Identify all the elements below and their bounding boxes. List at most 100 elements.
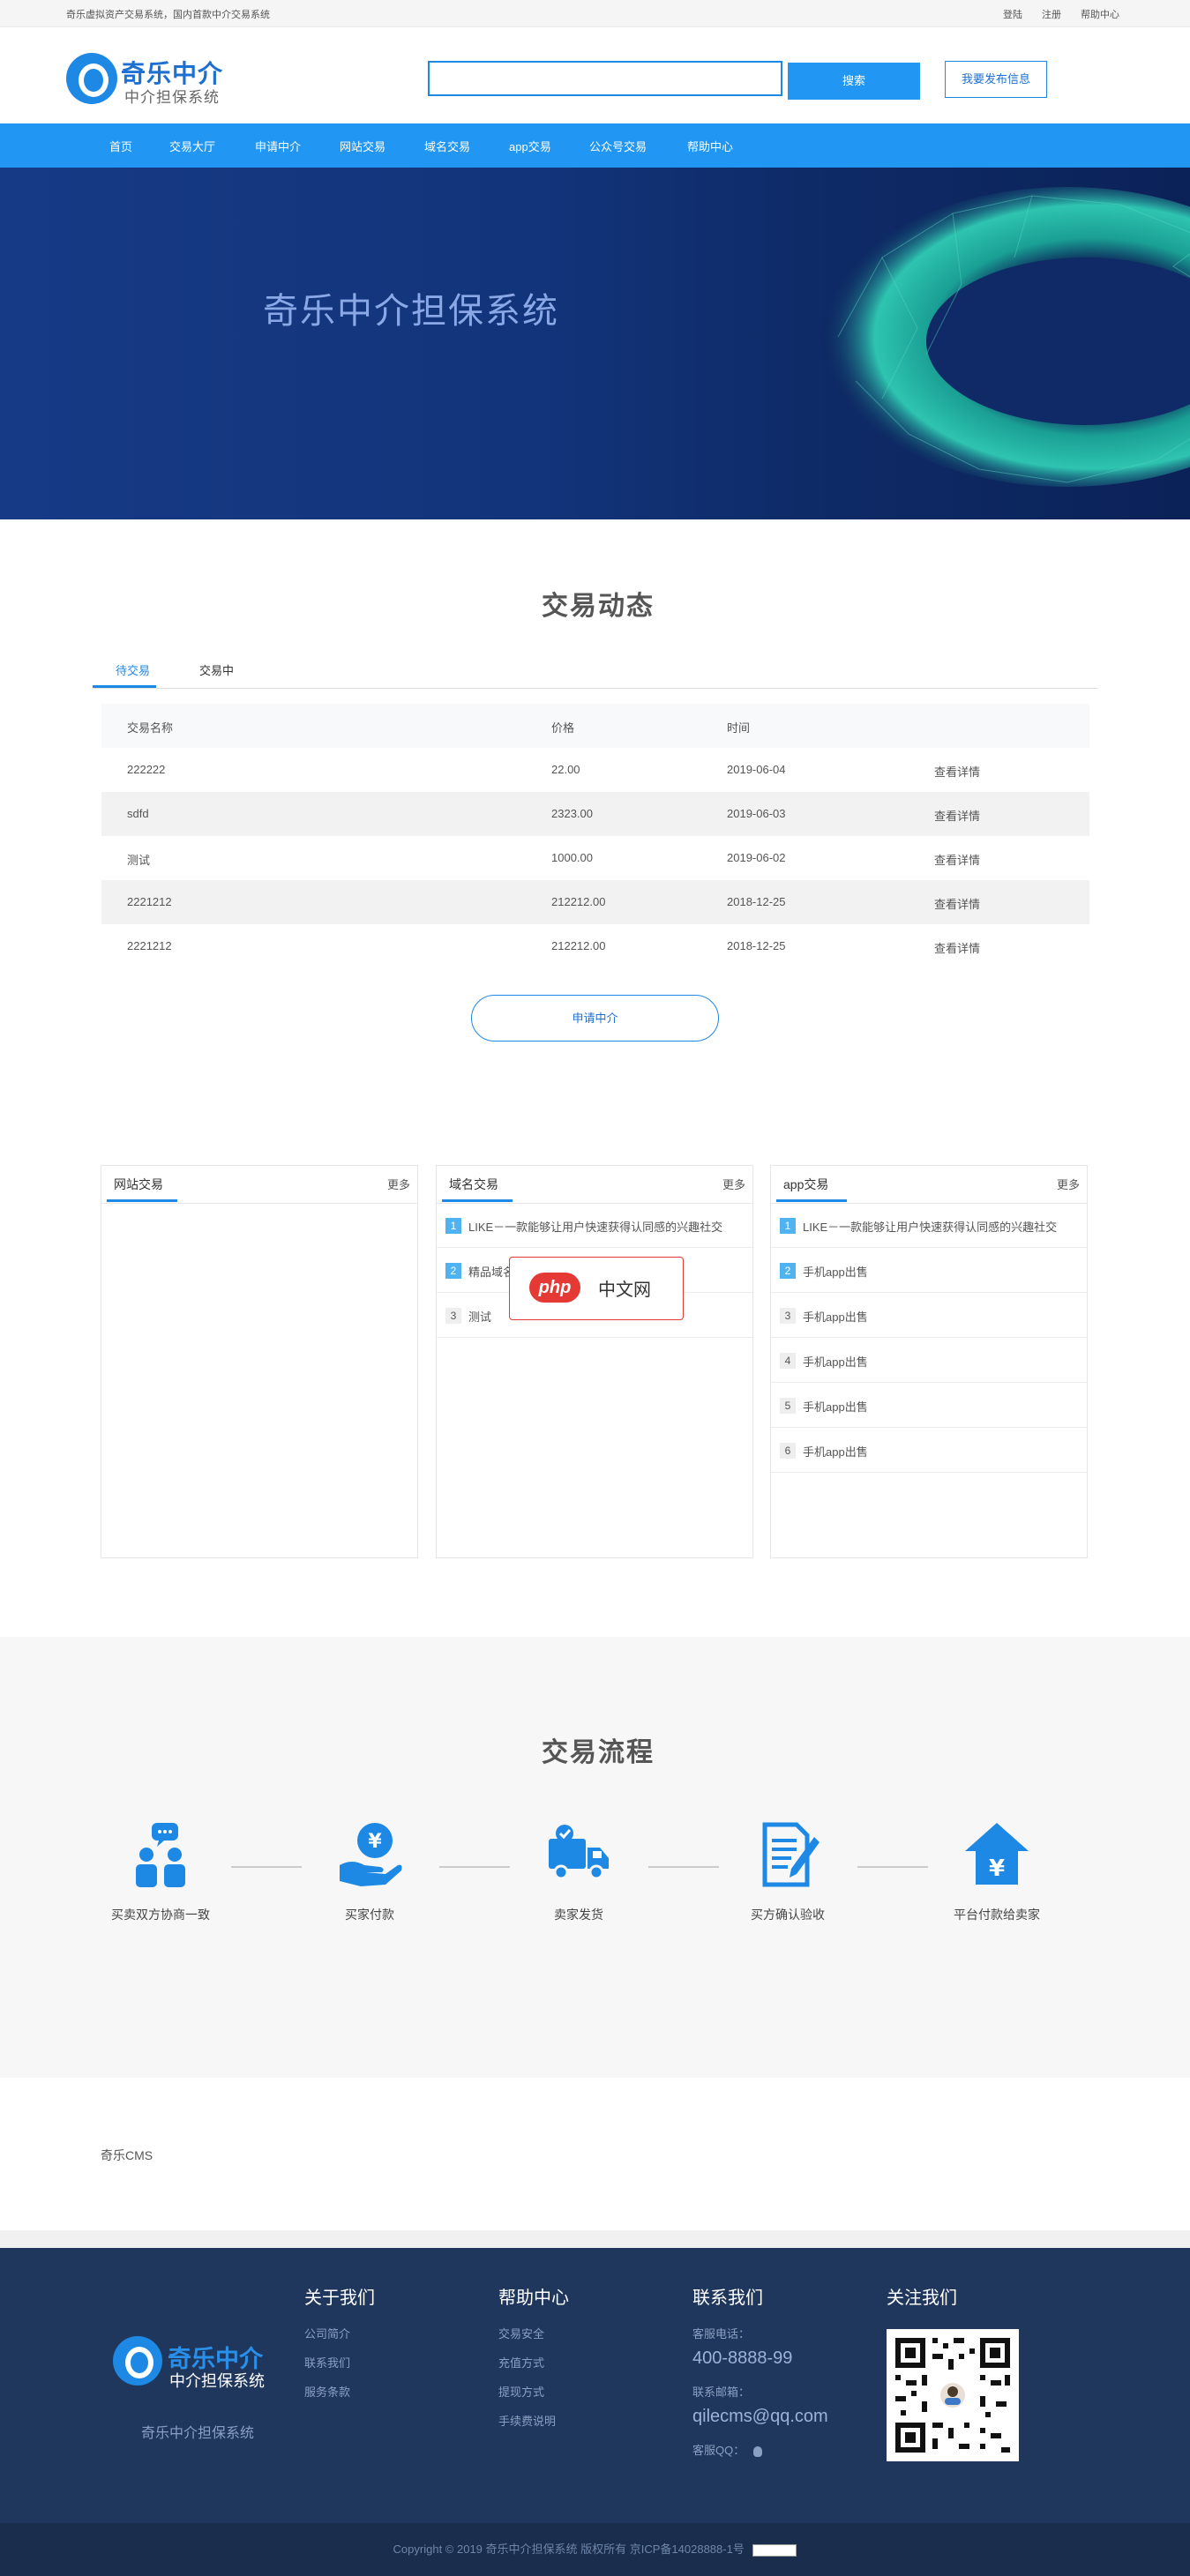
- process-title: 交易流程: [542, 1738, 655, 1767]
- tab-pending[interactable]: 待交易: [116, 661, 150, 678]
- rank-badge: 6: [780, 1443, 796, 1459]
- col-price-header: 价格: [551, 721, 575, 735]
- site-logo[interactable]: 奇乐中介 中介担保系统: [66, 51, 243, 106]
- logo-subtitle: 中介担保系统: [124, 89, 220, 106]
- register-link[interactable]: 注册: [1042, 7, 1061, 21]
- qq-penguin-icon[interactable]: [752, 2445, 762, 2457]
- view-details-link[interactable]: 查看详情: [934, 763, 980, 780]
- list-item[interactable]: 5 手机app出售: [771, 1383, 1087, 1428]
- nav-app-trade[interactable]: app交易: [509, 138, 551, 154]
- phone-label: 客服电话：: [692, 2327, 751, 2341]
- trade-date: 2019-06-03: [727, 807, 786, 820]
- list-item[interactable]: 6 手机app出售: [771, 1428, 1087, 1473]
- publish-button[interactable]: 我要发布信息: [945, 61, 1047, 98]
- banner-orb-graphic: [820, 187, 1190, 487]
- step-label: 买方确认验收: [751, 1908, 825, 1922]
- qq-label: 客服QQ：: [692, 2444, 745, 2457]
- apply-agent-button[interactable]: 申请中介: [471, 995, 719, 1042]
- hero-banner: 奇乐中介担保系统: [0, 168, 1190, 519]
- footer-link-fees[interactable]: 手续费说明: [498, 2412, 569, 2429]
- footer-link-contact[interactable]: 联系我们: [304, 2354, 375, 2371]
- platform-payout-icon: ¥: [962, 1819, 1032, 1890]
- trade-date: 2018-12-25: [727, 895, 786, 908]
- email-address[interactable]: qilecms@qq.com: [692, 2407, 828, 2427]
- footer-contact: 联系我们 客服电话： 400-8888-99 联系邮箱： qilecms@qq.…: [692, 2283, 828, 2470]
- copyright-text: Copyright © 2019 奇乐中介担保系统 版权所有 京ICP备1402…: [393, 2542, 745, 2556]
- table-row: sdfd 2323.00 2019-06-03 查看详情: [101, 792, 1089, 836]
- nav-trade-hall[interactable]: 交易大厅: [169, 138, 215, 154]
- search-button[interactable]: 搜索: [788, 63, 920, 100]
- login-link[interactable]: 登陆: [1003, 7, 1022, 21]
- nav-wechat-trade[interactable]: 公众号交易: [589, 138, 647, 154]
- item-title[interactable]: 手机app出售: [803, 1398, 868, 1415]
- step-label: 平台付款给卖家: [954, 1908, 1040, 1922]
- panel-title-underline: [776, 1199, 847, 1202]
- rank-badge: 1: [780, 1218, 796, 1234]
- footer-col-title: 关注我们: [887, 2289, 957, 2308]
- list-item[interactable]: 4 手机app出售: [771, 1338, 1087, 1383]
- table-row: 测试 1000.00 2019-06-02 查看详情: [101, 836, 1089, 880]
- svg-text:¥: ¥: [368, 1831, 382, 1853]
- nav-website-trade[interactable]: 网站交易: [340, 138, 385, 154]
- step-label: 买家付款: [345, 1908, 394, 1922]
- view-details-link[interactable]: 查看详情: [934, 895, 980, 912]
- item-title[interactable]: LIKE－一款能够让用户快速获得认同感的兴趣社交: [468, 1218, 722, 1235]
- footer-col-title: 帮助中心: [498, 2289, 569, 2308]
- footer-link-security[interactable]: 交易安全: [498, 2325, 569, 2341]
- table-header: 交易名称 价格 时间: [101, 704, 1089, 748]
- list-item[interactable]: 1 LIKE－一款能够让用户快速获得认同感的兴趣社交: [437, 1203, 752, 1248]
- nav-home[interactable]: 首页: [109, 138, 132, 154]
- trade-name: 测试: [127, 854, 151, 867]
- search-input[interactable]: [428, 61, 782, 96]
- cnzz-badge[interactable]: [752, 2543, 797, 2557]
- footer-col-title: 联系我们: [692, 2289, 763, 2308]
- panel-header: 域名交易 更多: [437, 1166, 752, 1204]
- view-details-link[interactable]: 查看详情: [934, 851, 980, 868]
- footer-link-company[interactable]: 公司简介: [304, 2325, 375, 2341]
- nav-apply-agent[interactable]: 申请中介: [255, 138, 301, 154]
- active-tab-indicator: [93, 685, 156, 688]
- wechat-qr-code: [887, 2329, 1019, 2461]
- footer-link-recharge[interactable]: 充值方式: [498, 2354, 569, 2371]
- negotiation-icon: [125, 1819, 196, 1890]
- help-link[interactable]: 帮助中心: [1081, 7, 1119, 21]
- col-name-header: 交易名称: [127, 721, 174, 735]
- logo-q-icon: [66, 53, 117, 104]
- rank-badge: 3: [445, 1308, 461, 1324]
- panel-title: 网站交易: [114, 1177, 163, 1191]
- trade-name: 222222: [127, 763, 166, 776]
- footer-logo-subtitle: 中介担保系统: [169, 2372, 265, 2390]
- step-connector: [648, 1866, 719, 1868]
- list-item[interactable]: 3 手机app出售: [771, 1293, 1087, 1338]
- item-title[interactable]: 精品域名: [468, 1263, 514, 1280]
- panel-title: 域名交易: [449, 1177, 498, 1191]
- item-title[interactable]: 手机app出售: [803, 1263, 868, 1280]
- more-link[interactable]: 更多: [387, 1176, 410, 1192]
- item-title[interactable]: 测试: [468, 1308, 491, 1325]
- panel-title-underline: [107, 1199, 177, 1202]
- item-title[interactable]: 手机app出售: [803, 1308, 868, 1325]
- more-link[interactable]: 更多: [1057, 1176, 1080, 1192]
- view-details-link[interactable]: 查看详情: [934, 939, 980, 956]
- list-item[interactable]: 2 手机app出售: [771, 1248, 1087, 1293]
- list-item[interactable]: 1 LIKE－一款能够让用户快速获得认同感的兴趣社交: [771, 1203, 1087, 1248]
- rank-badge: 2: [445, 1263, 461, 1279]
- view-details-link[interactable]: 查看详情: [934, 807, 980, 824]
- cms-link[interactable]: 奇乐CMS: [101, 2147, 153, 2164]
- table-row: 222222 22.00 2019-06-04 查看详情: [101, 748, 1089, 792]
- item-title[interactable]: LIKE－一款能够让用户快速获得认同感的兴趣社交: [803, 1218, 1057, 1235]
- footer-link-withdraw[interactable]: 提现方式: [498, 2383, 569, 2400]
- banner-title: 奇乐中介担保系统: [263, 292, 559, 331]
- item-title[interactable]: 手机app出售: [803, 1443, 868, 1460]
- nav-domain-trade[interactable]: 域名交易: [424, 138, 470, 154]
- rank-badge: 5: [780, 1398, 796, 1414]
- footer-link-terms[interactable]: 服务条款: [304, 2383, 375, 2400]
- item-title[interactable]: 手机app出售: [803, 1353, 868, 1370]
- nav-help-center[interactable]: 帮助中心: [687, 138, 733, 154]
- trades-table: 交易名称 价格 时间 222222 22.00 2019-06-04 查看详情 …: [101, 704, 1089, 968]
- tab-in-progress[interactable]: 交易中: [199, 661, 234, 678]
- trades-title: 交易动态: [542, 592, 655, 621]
- process-step: 买方确认验收: [722, 1819, 854, 1923]
- more-link[interactable]: 更多: [722, 1176, 745, 1192]
- trade-price: 2323.00: [551, 807, 593, 820]
